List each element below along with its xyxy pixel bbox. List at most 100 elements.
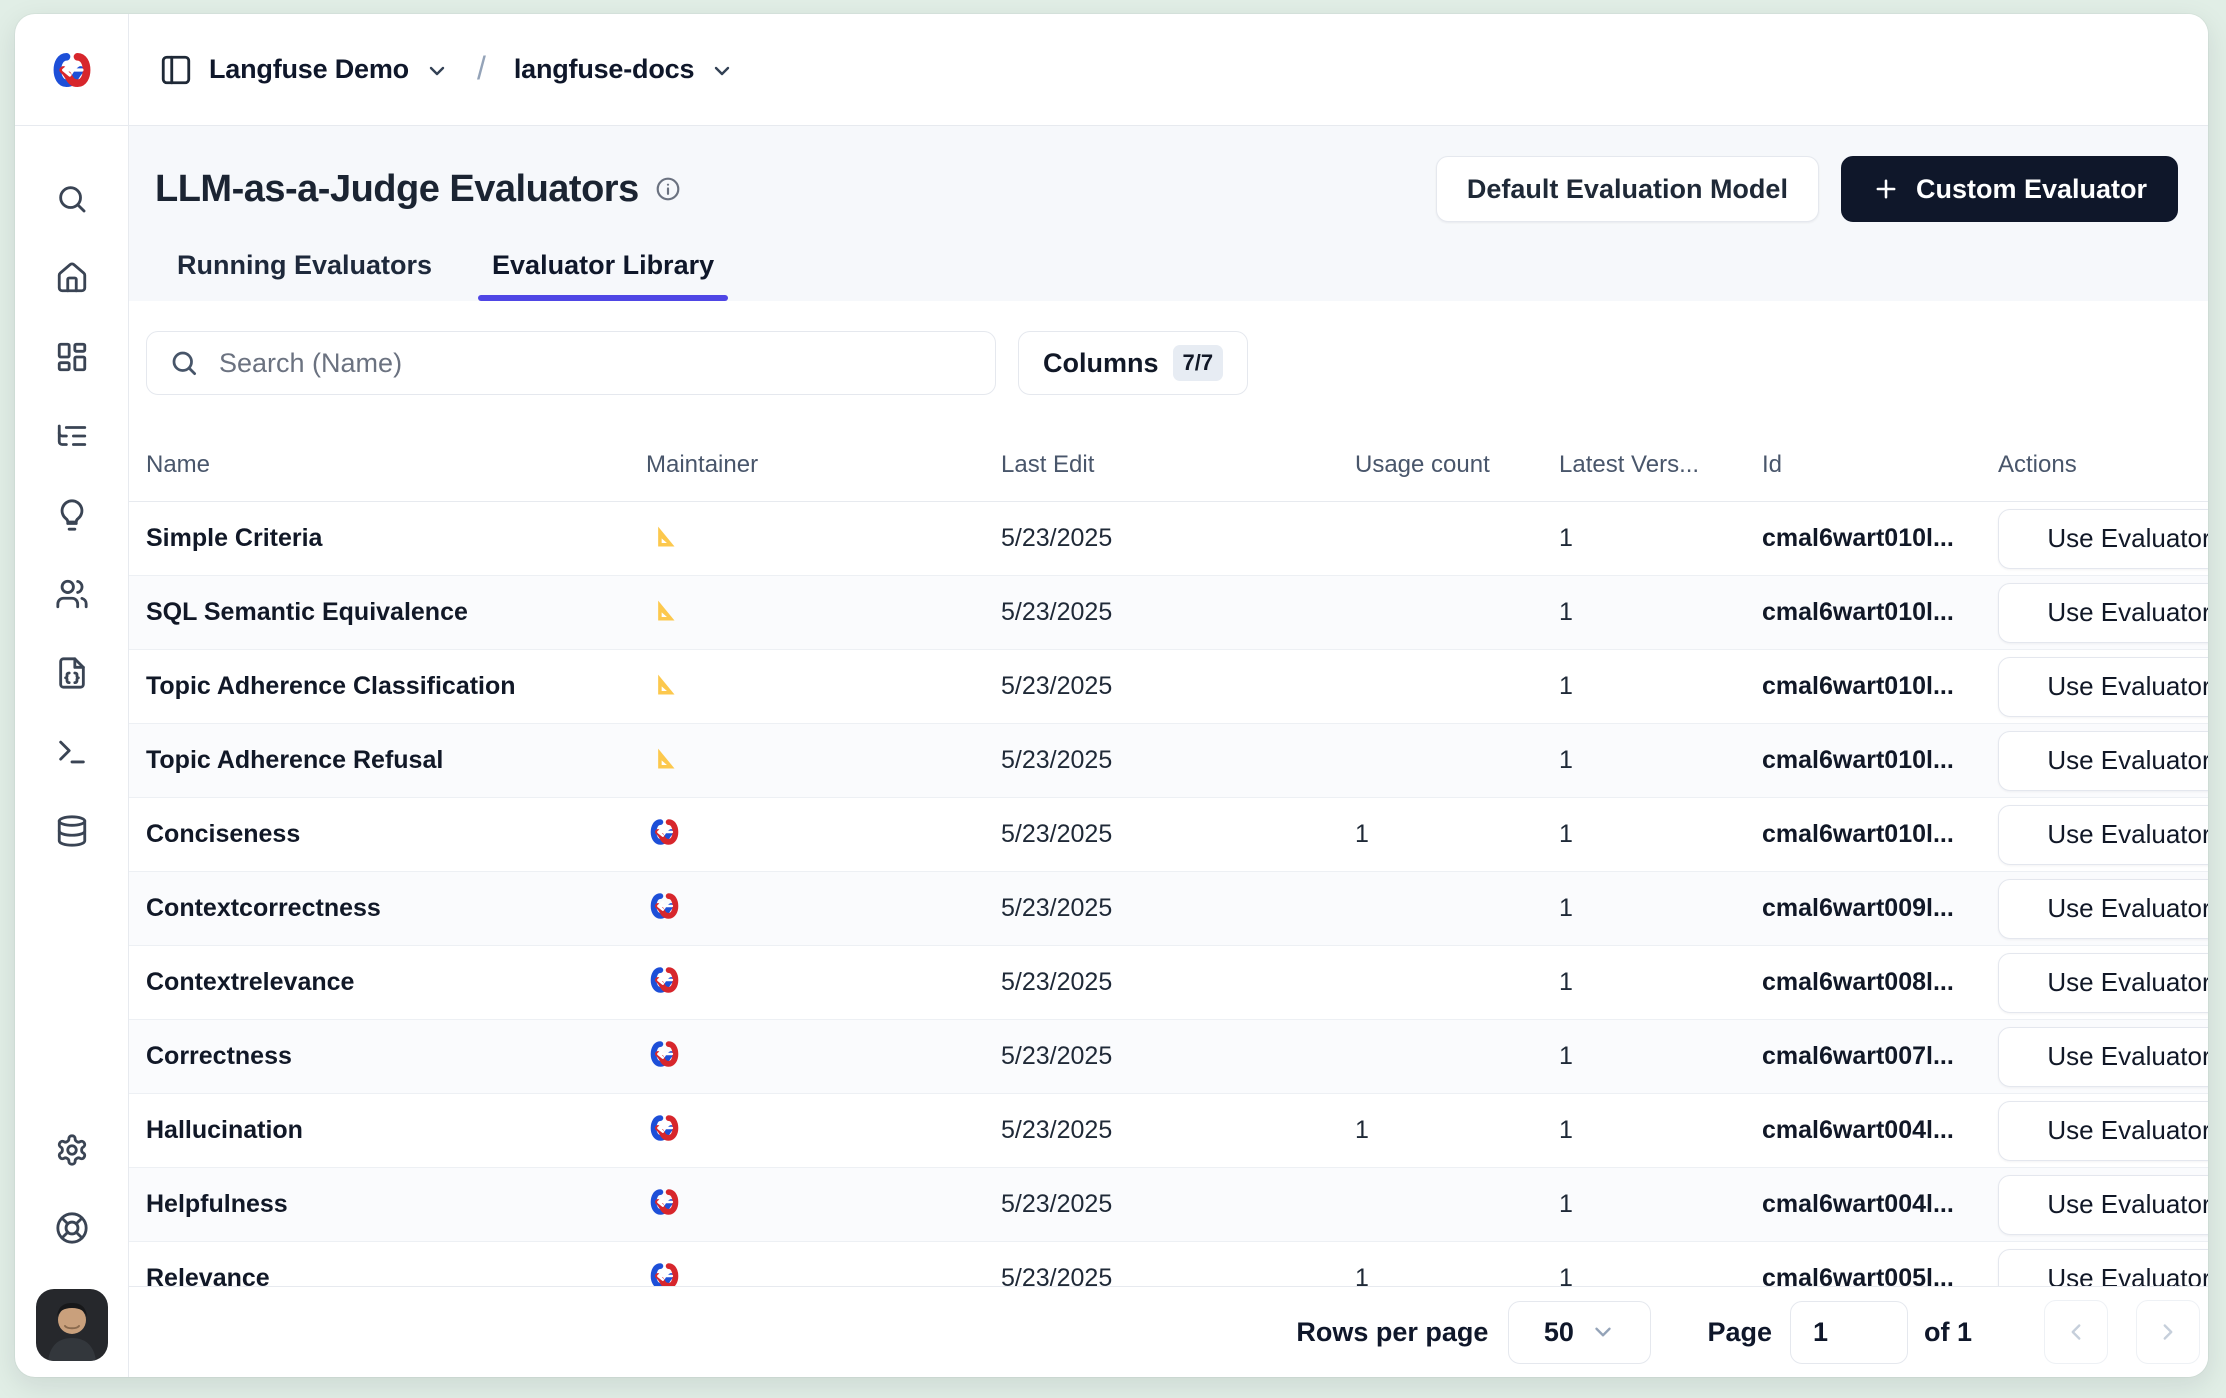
chevron-right-icon: [2155, 1319, 2181, 1345]
sidebar-item-support[interactable]: [50, 1211, 94, 1245]
project-switcher[interactable]: langfuse-docs: [514, 54, 694, 85]
table-row[interactable]: Simple Criteria 5/23/2025 1 cmal6wart010…: [129, 502, 2208, 576]
usage-count: [1355, 576, 1559, 650]
page-title: LLM-as-a-Judge Evaluators: [155, 168, 639, 211]
sidebar-toggle-button[interactable]: [159, 53, 193, 87]
search-input[interactable]: [217, 347, 995, 380]
ragas-maintainer-icon: [646, 668, 682, 700]
page-number-input[interactable]: [1790, 1301, 1908, 1364]
table-body: Simple Criteria 5/23/2025 1 cmal6wart010…: [129, 502, 2208, 1287]
previous-page-button[interactable]: [2044, 1300, 2108, 1364]
last-edit-date: 5/23/2025: [1001, 724, 1355, 798]
last-edit-date: 5/23/2025: [1001, 1094, 1355, 1168]
chevron-down-icon: [1590, 1319, 1616, 1345]
avatar-photo: [36, 1289, 108, 1361]
page-header: LLM-as-a-Judge Evaluators Default Evalua…: [129, 126, 2208, 301]
use-evaluator-button[interactable]: Use Evaluator: [1998, 583, 2208, 643]
usage-count: 1: [1355, 1242, 1559, 1287]
last-edit-date: 5/23/2025: [1001, 576, 1355, 650]
table-toolbar: Columns 7/7: [129, 301, 2208, 395]
sidebar-item-users[interactable]: [50, 577, 94, 611]
use-evaluator-button[interactable]: Use Evaluator: [1998, 1101, 2208, 1161]
lightbulb-icon: [55, 498, 89, 532]
latest-version: 1: [1559, 650, 1762, 724]
rows-per-page-select[interactable]: 50: [1508, 1301, 1651, 1364]
next-page-button[interactable]: [2136, 1300, 2200, 1364]
users-icon: [55, 577, 89, 611]
latest-version: 1: [1559, 502, 1762, 576]
use-evaluator-button[interactable]: Use Evaluator: [1998, 879, 2208, 939]
org-logo[interactable]: [15, 14, 128, 126]
table-row[interactable]: Helpfulness 5/23/2025 1 cmal6wart004l...…: [129, 1168, 2208, 1242]
page-total-label: of 1: [1924, 1317, 1972, 1348]
user-avatar[interactable]: [36, 1289, 108, 1361]
table-row[interactable]: Correctness 5/23/2025 1 cmal6wart007l...…: [129, 1020, 2208, 1094]
table-row[interactable]: Relevance 5/23/2025 1 1 cmal6wart005l...…: [129, 1242, 2208, 1287]
use-evaluator-button[interactable]: Use Evaluator: [1998, 805, 2208, 865]
table-row[interactable]: Hallucination 5/23/2025 1 1 cmal6wart004…: [129, 1094, 2208, 1168]
usage-count: [1355, 872, 1559, 946]
evaluator-id: cmal6wart004l...: [1762, 1094, 1998, 1168]
use-evaluator-button[interactable]: Use Evaluator: [1998, 731, 2208, 791]
default-evaluation-model-button[interactable]: Default Evaluation Model: [1436, 156, 1819, 222]
column-header-last-edit: Last Edit: [1001, 429, 1355, 502]
table-row[interactable]: Contextcorrectness 5/23/2025 1 cmal6wart…: [129, 872, 2208, 946]
app-window: Langfuse Demo / langfuse-docs LLM-as-a-J…: [15, 14, 2208, 1377]
project-chevron-down-icon[interactable]: [710, 56, 734, 83]
sidebar-item-home[interactable]: [50, 261, 94, 295]
langfuse-maintainer-icon: [646, 1260, 682, 1286]
chevron-left-icon: [2063, 1319, 2089, 1345]
sidebar-item-playground[interactable]: [50, 735, 94, 769]
info-icon[interactable]: [655, 176, 681, 202]
table-row[interactable]: Conciseness 5/23/2025 1 1 cmal6wart010l.…: [129, 798, 2208, 872]
latest-version: 1: [1559, 724, 1762, 798]
latest-version: 1: [1559, 1168, 1762, 1242]
tab-evaluator-library[interactable]: Evaluator Library: [478, 250, 728, 301]
org-switcher[interactable]: Langfuse Demo: [209, 54, 409, 85]
sidebar-item-datasets[interactable]: [50, 814, 94, 848]
evaluator-id: cmal6wart005l...: [1762, 1242, 1998, 1287]
column-header-usage-count: Usage count: [1355, 429, 1559, 502]
langfuse-maintainer-icon: [646, 1186, 682, 1218]
ragas-maintainer-icon: [646, 742, 682, 774]
pagination-bar: Rows per page 50 Page of 1: [129, 1286, 2208, 1377]
langfuse-logo-icon: [50, 51, 94, 89]
sidebar-item-evaluation[interactable]: [50, 498, 94, 532]
tab-bar: Running Evaluators Evaluator Library: [155, 250, 2178, 301]
sidebar-item-settings[interactable]: [50, 1133, 94, 1167]
column-header-latest-version: Latest Vers...: [1559, 429, 1762, 502]
sidebar: [15, 14, 129, 1377]
use-evaluator-button[interactable]: Use Evaluator: [1998, 509, 2208, 569]
use-evaluator-button[interactable]: Use Evaluator: [1998, 953, 2208, 1013]
tab-running-evaluators[interactable]: Running Evaluators: [163, 250, 446, 301]
evaluator-name: Hallucination: [146, 1116, 303, 1144]
columns-button[interactable]: Columns 7/7: [1018, 331, 1248, 395]
search-box: [146, 331, 996, 395]
terminal-icon: [55, 735, 89, 769]
use-evaluator-button[interactable]: Use Evaluator: [1998, 1175, 2208, 1235]
evaluator-id: cmal6wart010l...: [1762, 724, 1998, 798]
plus-icon: [1872, 175, 1900, 203]
evaluator-name: Correctness: [146, 1042, 292, 1070]
use-evaluator-button[interactable]: Use Evaluator: [1998, 657, 2208, 717]
last-edit-date: 5/23/2025: [1001, 798, 1355, 872]
breadcrumb-separator: /: [477, 50, 486, 87]
use-evaluator-button[interactable]: Use Evaluator: [1998, 1027, 2208, 1087]
gear-icon: [55, 1133, 89, 1167]
sidebar-item-tracing[interactable]: [50, 419, 94, 453]
sidebar-item-prompts[interactable]: [50, 656, 94, 690]
org-chevron-down-icon[interactable]: [425, 56, 449, 83]
column-header-id: Id: [1762, 429, 1998, 502]
use-evaluator-button[interactable]: Use Evaluator: [1998, 1249, 2208, 1287]
sidebar-nav: [15, 126, 128, 1133]
table-row[interactable]: SQL Semantic Equivalence 5/23/2025 1 cma…: [129, 576, 2208, 650]
breadcrumb: Langfuse Demo / langfuse-docs: [129, 14, 2208, 126]
table-row[interactable]: Topic Adherence Classification 5/23/2025…: [129, 650, 2208, 724]
table-row[interactable]: Topic Adherence Refusal 5/23/2025 1 cmal…: [129, 724, 2208, 798]
sidebar-item-search[interactable]: [50, 182, 94, 216]
evaluator-name: SQL Semantic Equivalence: [146, 598, 468, 626]
custom-evaluator-button[interactable]: Custom Evaluator: [1841, 156, 2178, 222]
sidebar-item-dashboards[interactable]: [50, 340, 94, 374]
table-row[interactable]: Contextrelevance 5/23/2025 1 cmal6wart00…: [129, 946, 2208, 1020]
usage-count: [1355, 502, 1559, 576]
